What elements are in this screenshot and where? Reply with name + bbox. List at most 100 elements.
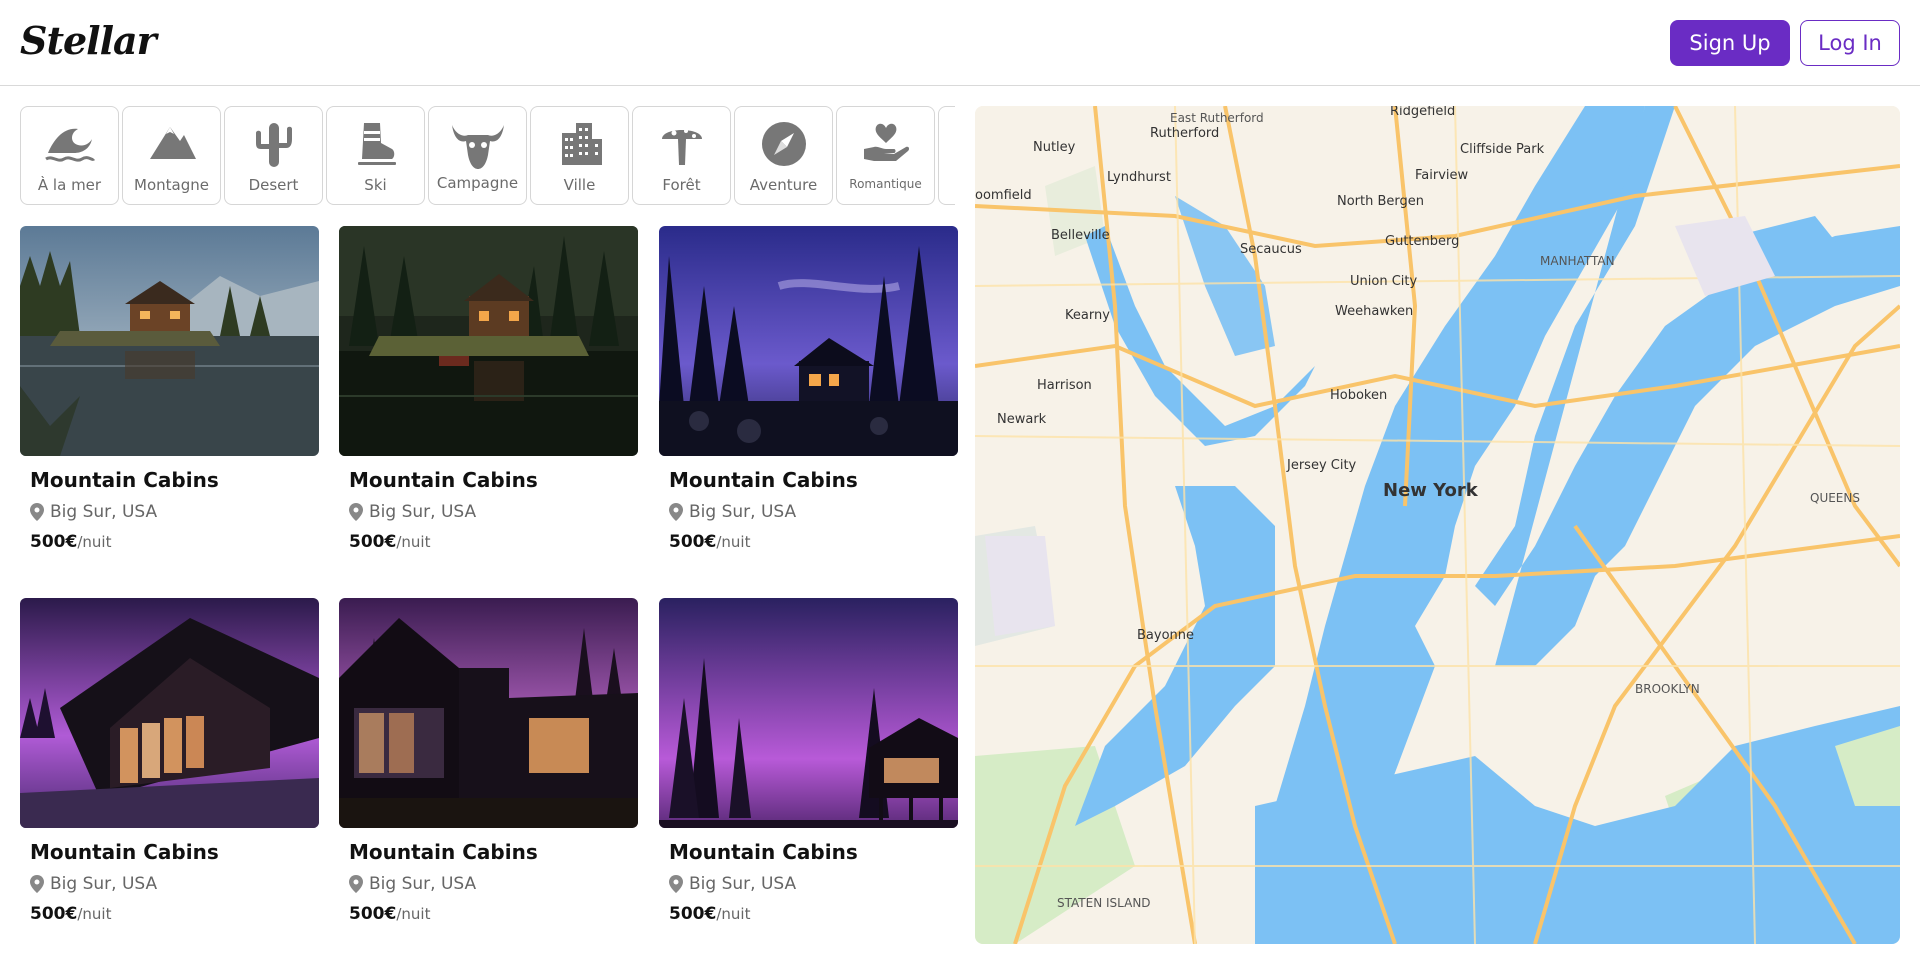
map-label-fairview: Fairview <box>1415 168 1469 183</box>
mushroom-icon <box>661 129 702 165</box>
price-value: 500€ <box>30 532 78 552</box>
category-montagne[interactable]: Montagne <box>122 106 221 205</box>
category-label: Romantique <box>849 177 922 191</box>
listing-price: 500€/nuit <box>30 532 319 552</box>
location-text: Big Sur, USA <box>689 502 797 522</box>
mountain-icon <box>149 127 196 159</box>
category-ski[interactable]: Ski <box>326 106 425 205</box>
listing-location: Big Sur, USA <box>30 502 319 522</box>
listing-price: 500€/nuit <box>349 532 638 552</box>
listing-image[interactable] <box>20 226 319 456</box>
category-campagne[interactable]: Campagne <box>428 106 527 205</box>
map-label-guttenberg: Guttenberg <box>1385 234 1460 249</box>
category-ville[interactable]: Ville <box>530 106 629 205</box>
heart-hand-icon <box>863 123 909 161</box>
listing-image[interactable] <box>339 226 638 456</box>
price-unit: /nuit <box>396 533 431 551</box>
compass-icon <box>761 122 806 166</box>
price-unit: /nuit <box>77 533 112 551</box>
map-label-weehawken: Weehawken <box>1335 304 1414 319</box>
listing-card[interactable]: Mountain Cabins Big Sur, USA 500€/nuit <box>20 598 319 924</box>
category-label: Ski <box>364 176 387 194</box>
location-text: Big Sur, USA <box>50 874 158 894</box>
category-bar: À la mer Montagne Desert Ski Campagne Vi… <box>20 106 955 206</box>
listing-title: Mountain Cabins <box>30 468 219 492</box>
map-label-jersey-city: Jersey City <box>1287 458 1357 473</box>
location-pin-icon <box>669 503 683 521</box>
listing-location: Big Sur, USA <box>669 502 958 522</box>
listing-location: Big Sur, USA <box>349 502 638 522</box>
price-unit: /nuit <box>716 905 751 923</box>
listing-card[interactable]: Mountain Cabins Big Sur, USA 500€/nuit <box>339 226 638 552</box>
map-label-new-york: New York <box>1383 480 1478 501</box>
map-label-manhattan: MANHATTAN <box>1540 254 1615 268</box>
log-in-button[interactable]: Log In <box>1800 20 1900 66</box>
price-unit: /nuit <box>77 905 112 923</box>
price-value: 500€ <box>669 904 717 924</box>
city-icon <box>561 123 602 165</box>
bull-skull-icon <box>451 125 504 169</box>
map-label-union-city: Union City <box>1350 274 1418 289</box>
sign-up-button[interactable]: Sign Up <box>1670 20 1790 66</box>
map-label-harrison: Harrison <box>1037 378 1092 393</box>
map-label-kearny: Kearny <box>1065 308 1110 323</box>
category-label: Montagne <box>134 176 209 194</box>
location-text: Big Sur, USA <box>689 874 797 894</box>
category-foret[interactable]: Forêt <box>632 106 731 205</box>
top-header: Stellar Sign Up Log In <box>0 0 1920 86</box>
brand-logo[interactable]: Stellar <box>20 18 157 63</box>
location-text: Big Sur, USA <box>50 502 158 522</box>
listing-card[interactable]: Mountain Cabins Big Sur, USA 500€/nuit <box>659 598 958 924</box>
price-value: 500€ <box>30 904 78 924</box>
category-label: Aventure <box>749 176 818 194</box>
price-unit: /nuit <box>396 905 431 923</box>
category-label: Campagne <box>436 174 519 192</box>
listing-image[interactable] <box>339 598 638 828</box>
listing-image[interactable] <box>659 226 958 456</box>
listing-image[interactable] <box>20 598 319 828</box>
listing-title: Mountain Cabins <box>669 468 858 492</box>
location-text: Big Sur, USA <box>369 502 477 522</box>
category-desert[interactable]: Desert <box>224 106 323 205</box>
map-label-nutley: Nutley <box>1033 140 1076 155</box>
ski-boot-icon <box>357 123 396 165</box>
price-value: 500€ <box>669 532 717 552</box>
category-more[interactable] <box>938 106 955 205</box>
listing-price: 500€/nuit <box>669 532 958 552</box>
map-label-hoboken: Hoboken <box>1330 388 1388 403</box>
category-romantique[interactable]: Romantique <box>836 106 935 205</box>
listing-card[interactable]: Mountain Cabins Big Sur, USA 500€/nuit <box>20 226 319 552</box>
listing-card[interactable]: Mountain Cabins Big Sur, USA 500€/nuit <box>339 598 638 924</box>
location-text: Big Sur, USA <box>369 874 477 894</box>
location-pin-icon <box>349 503 363 521</box>
listing-location: Big Sur, USA <box>349 874 638 894</box>
listing-image[interactable] <box>659 598 958 828</box>
listing-title: Mountain Cabins <box>30 840 219 864</box>
category-label: À la mer <box>37 176 102 194</box>
map-label-north-bergen: North Bergen <box>1337 194 1425 209</box>
cactus-icon <box>255 123 292 167</box>
listing-location: Big Sur, USA <box>669 874 958 894</box>
map-label-ridgefield: Ridgefield <box>1390 106 1456 119</box>
map-view[interactable]: East Rutherford Ridgefield Rutherford Nu… <box>975 106 1900 944</box>
map-canvas[interactable] <box>975 106 1900 944</box>
location-pin-icon <box>669 875 683 893</box>
wave-icon <box>44 128 95 162</box>
listing-card[interactable]: Mountain Cabins Big Sur, USA 500€/nuit <box>659 226 958 552</box>
location-pin-icon <box>349 875 363 893</box>
map-label-cliffside-park: Cliffside Park <box>1460 142 1545 157</box>
location-pin-icon <box>30 875 44 893</box>
listing-price: 500€/nuit <box>30 904 319 924</box>
category-label: Desert <box>248 176 299 194</box>
map-label-rutherford: Rutherford <box>1150 126 1220 141</box>
listing-price: 500€/nuit <box>349 904 638 924</box>
category-aventure[interactable]: Aventure <box>734 106 833 205</box>
map-label-lyndhurst: Lyndhurst <box>1107 170 1171 185</box>
category-a-la-mer[interactable]: À la mer <box>20 106 119 205</box>
price-value: 500€ <box>349 532 397 552</box>
map-label-staten-island: STATEN ISLAND <box>1057 896 1151 910</box>
map-label-east-rutherford: East Rutherford <box>1170 111 1264 125</box>
listing-location: Big Sur, USA <box>30 874 319 894</box>
price-value: 500€ <box>349 904 397 924</box>
map-label-secaucus: Secaucus <box>1240 242 1302 257</box>
